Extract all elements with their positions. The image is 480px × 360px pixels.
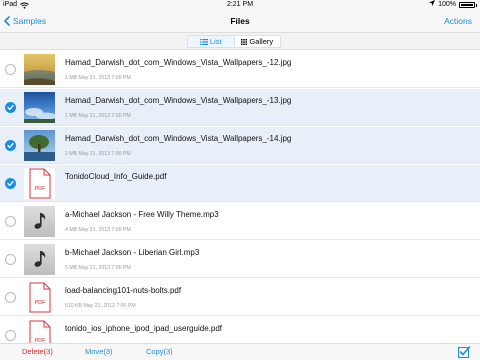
selection-checkbox[interactable] [5, 140, 16, 151]
selection-checkbox[interactable] [5, 178, 16, 189]
gallery-view-button[interactable]: Gallery [235, 36, 281, 47]
file-row[interactable]: a-Michael Jackson - Free Willy Theme.mp3… [0, 203, 480, 240]
music-note-icon [24, 244, 55, 275]
view-switch: List Gallery [187, 35, 281, 48]
move-button[interactable]: Move(3) [85, 344, 113, 360]
selection-checkbox[interactable] [5, 254, 16, 265]
file-row[interactable]: PDF tonido_ios_iphone_ipod_ipad_userguid… [0, 317, 480, 343]
selection-checkbox[interactable] [5, 330, 16, 341]
page-title: Files [230, 16, 250, 26]
list-view-button[interactable]: List [188, 36, 235, 47]
file-name: b-Michael Jackson - Liberian Girl.mp3 [65, 248, 200, 257]
battery-percent: 100% [438, 1, 456, 8]
pdf-icon: PDF [24, 168, 55, 199]
file-name: Hamad_Darwish_dot_com_Windows_Vista_Wall… [65, 96, 292, 105]
file-name: tonido_ios_iphone_ipod_ipad_userguide.pd… [65, 324, 223, 333]
file-meta: 2 MB May 21, 2013 7:00 PM [65, 151, 131, 157]
delete-button[interactable]: Delete(3) [22, 344, 53, 360]
checkmark-icon [7, 142, 14, 149]
grid-icon [241, 38, 248, 45]
file-meta: 4 MB May 21, 2013 7:00 PM [65, 227, 131, 233]
navigation-bar: Samples Files Actions [0, 10, 480, 32]
file-row[interactable]: PDF load-balancing101-nuts-bolts.pdf 510… [0, 279, 480, 316]
list-icon [199, 38, 208, 45]
file-row[interactable]: b-Michael Jackson - Liberian Girl.mp3 5 … [0, 241, 480, 278]
file-meta: 5 MB May 21, 2013 7:00 PM [65, 265, 131, 271]
image-thumbnail [24, 130, 55, 161]
copy-button[interactable]: Copy(3) [146, 344, 173, 360]
done-selecting-button[interactable] [458, 346, 471, 358]
music-note-icon [24, 206, 55, 237]
battery-icon [459, 2, 475, 8]
status-bar: iPad 2:21 PM 100% [0, 0, 480, 10]
back-button-label: Samples [13, 16, 47, 26]
svg-text:PDF: PDF [35, 186, 47, 192]
file-name: Hamad_Darwish_dot_com_Windows_Vista_Wall… [65, 134, 292, 143]
status-time: 2:21 PM [226, 1, 254, 8]
view-switch-bar: List Gallery [0, 32, 480, 50]
pdf-icon: PDF [24, 282, 55, 313]
location-icon [429, 0, 436, 10]
checkmark-icon [7, 104, 14, 111]
file-row[interactable]: Hamad_Darwish_dot_com_Windows_Vista_Wall… [0, 89, 480, 126]
checkmark-icon [7, 180, 14, 187]
file-list: Hamad_Darwish_dot_com_Windows_Vista_Wall… [0, 51, 480, 343]
file-name: load-balancing101-nuts-bolts.pdf [65, 286, 182, 295]
selection-checkbox[interactable] [5, 64, 16, 75]
selection-checkbox[interactable] [5, 102, 16, 113]
file-meta: 1 MB May 21, 2013 7:00 PM [65, 75, 131, 81]
bottom-toolbar: Delete(3) Move(3) Copy(3) [0, 343, 480, 360]
pdf-icon: PDF [24, 320, 55, 343]
actions-button[interactable]: Actions [444, 10, 472, 32]
back-button[interactable]: Samples [4, 10, 46, 32]
file-name: a-Michael Jackson - Free Willy Theme.mp3 [65, 210, 219, 219]
gallery-view-label: Gallery [249, 37, 274, 46]
chevron-left-icon [4, 16, 10, 26]
file-meta: 1 MB May 21, 2013 7:00 PM [65, 113, 131, 119]
file-name: Hamad_Darwish_dot_com_Windows_Vista_Wall… [65, 58, 292, 67]
file-meta: 510 KB May 21, 2013 7:00 PM [65, 303, 136, 309]
svg-text:PDF: PDF [35, 300, 47, 306]
selection-checkbox[interactable] [5, 292, 16, 303]
file-name: TonidoCloud_Info_Guide.pdf [65, 172, 167, 181]
checkbox-checked-icon [458, 346, 471, 358]
list-view-label: List [209, 37, 222, 46]
app-screen: iPad 2:21 PM 100% Samples Files Actions [0, 0, 480, 360]
file-row[interactable]: Hamad_Darwish_dot_com_Windows_Vista_Wall… [0, 51, 480, 88]
file-row[interactable]: Hamad_Darwish_dot_com_Windows_Vista_Wall… [0, 127, 480, 164]
file-row[interactable]: PDF TonidoCloud_Info_Guide.pdf [0, 165, 480, 202]
image-thumbnail [24, 54, 55, 85]
selection-checkbox[interactable] [5, 216, 16, 227]
image-thumbnail [24, 92, 55, 123]
